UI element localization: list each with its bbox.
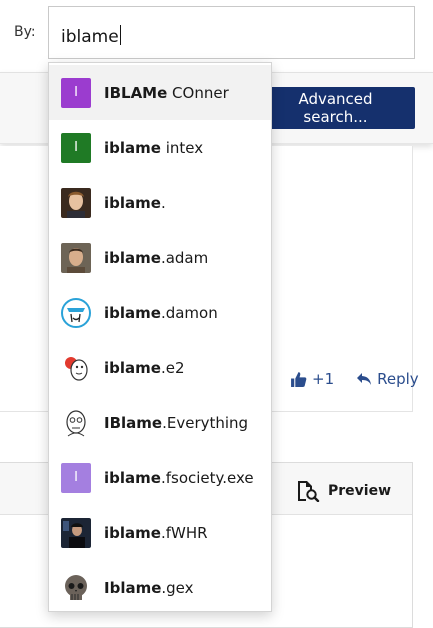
meme-face-icon [61, 407, 91, 438]
post-actions: +1 Reply [290, 370, 419, 388]
suggestion-match: iblame [104, 193, 161, 212]
suggestion-rest: intex [160, 138, 204, 157]
text-caret [119, 25, 121, 45]
suggestion-rest: . [160, 193, 166, 212]
sketch-face-icon [61, 297, 91, 328]
suggestion-item[interactable]: iblame.adam [49, 230, 271, 285]
suggestion-rest: .fsociety.exe [160, 468, 254, 487]
skull-icon [61, 572, 91, 603]
preview-button[interactable]: Preview [296, 480, 391, 502]
suggestion-match: iblame [104, 138, 161, 157]
thumbs-up-icon [291, 371, 307, 387]
user-search-input[interactable]: iblame [48, 6, 415, 59]
letter-avatar: I [61, 77, 91, 108]
reply-arrow-icon [357, 373, 372, 385]
cartoon-figure-icon [61, 352, 91, 383]
suggestion-item[interactable]: I iblame intex [49, 120, 271, 175]
reply-button[interactable]: Reply [356, 370, 419, 388]
search-input-value: iblame [61, 27, 119, 47]
suggestion-match: Iblame [104, 578, 162, 597]
suggestion-item[interactable]: iblame. [49, 175, 271, 230]
suggestion-item[interactable]: iblame.damon [49, 285, 271, 340]
suggestion-item[interactable]: IBlame.Everything [49, 395, 271, 450]
suggestion-match: iblame [104, 303, 161, 322]
suggestion-item[interactable]: iblame.fWHR [49, 505, 271, 560]
suggestion-item[interactable]: Iblame.gex [49, 560, 271, 615]
suggestion-rest: .damon [160, 303, 218, 322]
advanced-search-button[interactable]: Advanced search... [270, 87, 415, 129]
dark-photo-icon [61, 517, 91, 548]
suggestion-rest: .gex [161, 578, 194, 597]
suggestion-match: IBLAMe [104, 83, 168, 102]
like-count: +1 [312, 370, 335, 388]
suggestion-rest: .Everything [162, 413, 249, 432]
letter-avatar: I [61, 132, 91, 163]
portrait-photo-icon [61, 187, 91, 218]
suggestion-match: iblame [104, 468, 161, 487]
suggestion-item[interactable]: I IBLAMe COnner [49, 65, 271, 120]
suggestion-rest: .adam [160, 248, 209, 267]
suggestion-match: iblame [104, 248, 161, 267]
suggestion-rest: COnner [167, 83, 229, 102]
user-suggestions-dropdown: I IBLAMe COnner I iblame intex iblame. i… [48, 62, 272, 612]
like-button[interactable]: +1 [290, 370, 334, 388]
by-label: By: [14, 24, 36, 40]
suggestion-match: IBlame [104, 413, 163, 432]
suggestion-rest: .fWHR [160, 523, 208, 542]
letter-avatar: I [61, 462, 91, 493]
suggestion-item[interactable]: I iblame.fsociety.exe [49, 450, 271, 505]
preview-label: Preview [328, 483, 392, 499]
suggestion-rest: .e2 [160, 358, 185, 377]
reply-label: Reply [377, 370, 419, 388]
document-search-icon [298, 481, 320, 502]
suggestion-item[interactable]: iblame.e2 [49, 340, 271, 395]
suggestion-match: iblame [104, 523, 161, 542]
portrait-photo-icon [61, 242, 91, 273]
suggestion-match: iblame [104, 358, 161, 377]
